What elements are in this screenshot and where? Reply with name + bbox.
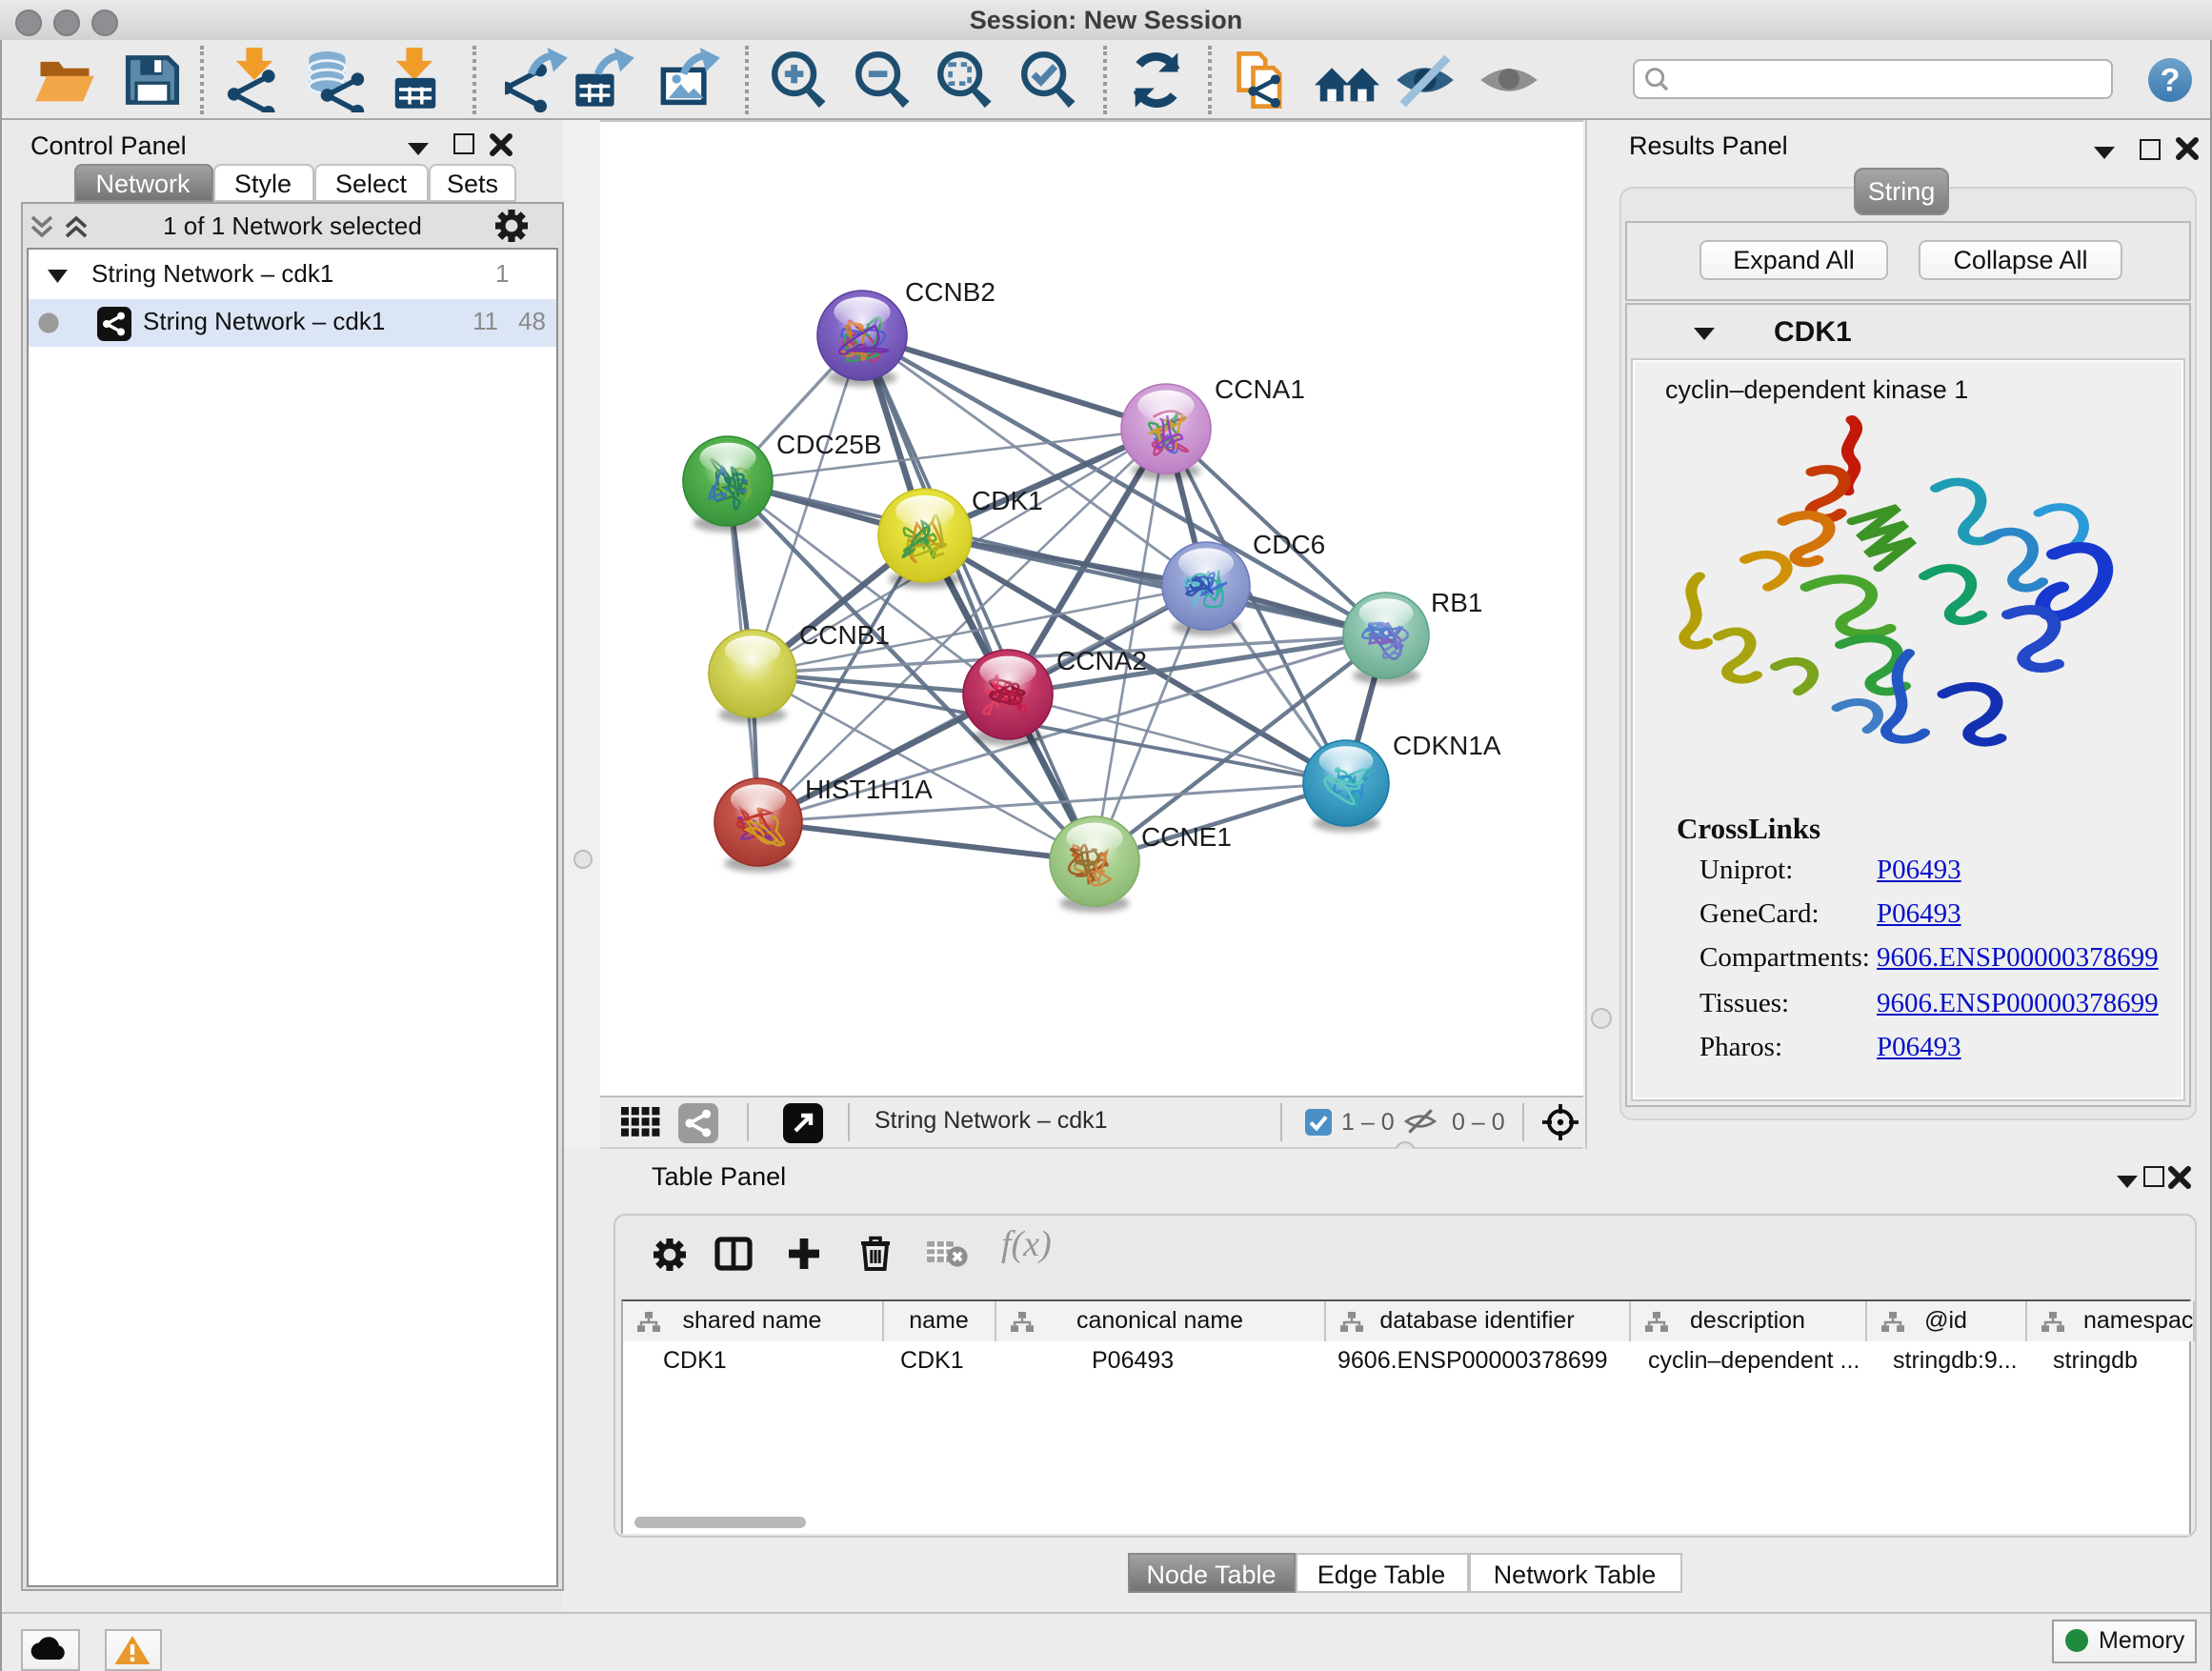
svg-text:CDC25B: CDC25B [776, 430, 881, 459]
svg-text:CCNB2: CCNB2 [905, 277, 995, 307]
svg-text:CCNA2: CCNA2 [1056, 646, 1147, 675]
svg-text:HIST1H1A: HIST1H1A [805, 775, 933, 804]
svg-text:CCNE1: CCNE1 [1141, 822, 1232, 852]
svg-text:RB1: RB1 [1431, 588, 1482, 617]
svg-text:CCNA1: CCNA1 [1215, 374, 1305, 404]
svg-text:?: ? [2161, 63, 2181, 99]
svg-text:CDC6: CDC6 [1253, 530, 1325, 559]
svg-text:CCNB1: CCNB1 [799, 620, 890, 650]
svg-text:CDKN1A: CDKN1A [1393, 731, 1501, 760]
svg-text:CDK1: CDK1 [972, 486, 1043, 515]
